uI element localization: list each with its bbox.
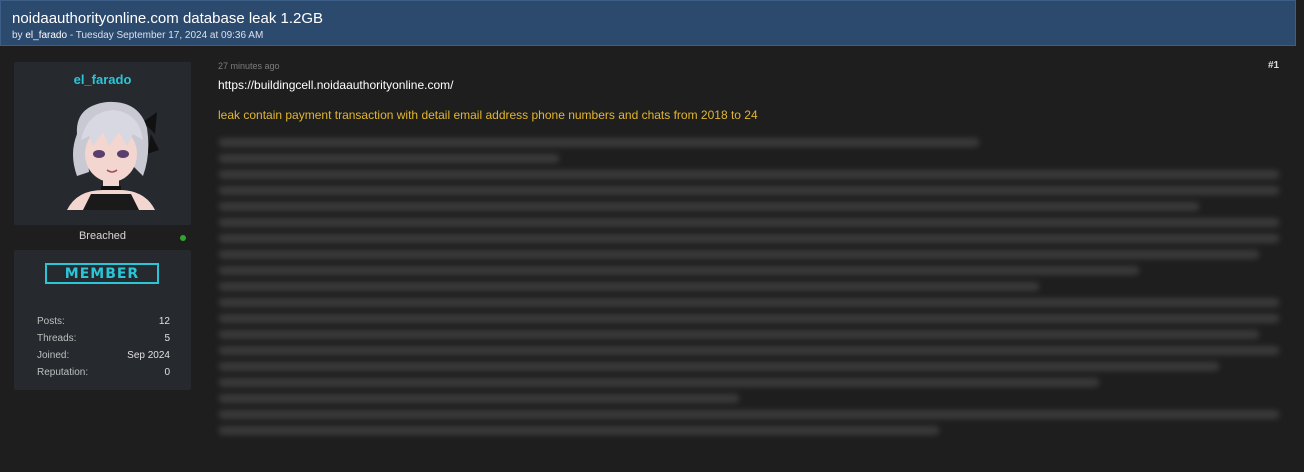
username-link[interactable]: el_farado [14, 72, 191, 87]
stat-posts: Posts: 12 [37, 316, 170, 330]
usergroup-row: Breached [14, 228, 191, 246]
thread-title: noidaauthorityonline.com database leak 1… [12, 10, 324, 27]
stat-label: Posts: [37, 316, 65, 327]
stat-label: Reputation: [37, 367, 89, 378]
post-highlight-text: leak contain payment transaction with de… [218, 108, 758, 122]
usergroup-label: Breached [78, 230, 127, 242]
post-url-text[interactable]: https://buildingcell.noidaauthorityonlin… [218, 78, 453, 92]
anime-avatar-icon[interactable] [47, 94, 175, 210]
thread-header: noidaauthorityonline.com database leak 1… [0, 0, 1296, 46]
member-badge: MEMBER [45, 263, 159, 284]
stat-label: Joined: [37, 350, 70, 361]
stat-reputation: Reputation: 0 [37, 367, 170, 381]
user-panel: el_farado [14, 62, 191, 225]
user-stats-panel: MEMBER Posts: 12 Threads: 5 Joined: Sep … [14, 250, 191, 390]
stat-value: 0 [164, 367, 170, 378]
stat-joined: Joined: Sep 2024 [37, 350, 170, 364]
blurred-post-content [217, 130, 1285, 452]
meta-prefix: by [12, 30, 26, 41]
post-timestamp: 27 minutes ago [218, 61, 280, 71]
thread-meta: by el_farado - Tuesday September 17, 202… [12, 30, 263, 41]
thread-author-link[interactable]: el_farado [25, 30, 67, 41]
stat-label: Threads: [37, 333, 77, 344]
stat-value: 12 [158, 316, 170, 327]
online-status-icon [180, 235, 186, 241]
meta-date: - Tuesday September 17, 2024 at 09:36 AM [67, 30, 264, 41]
stat-threads: Threads: 5 [37, 333, 170, 347]
post-number-link[interactable]: #1 [1268, 60, 1279, 71]
stat-value: Sep 2024 [127, 350, 170, 361]
stat-value: 5 [164, 333, 170, 344]
